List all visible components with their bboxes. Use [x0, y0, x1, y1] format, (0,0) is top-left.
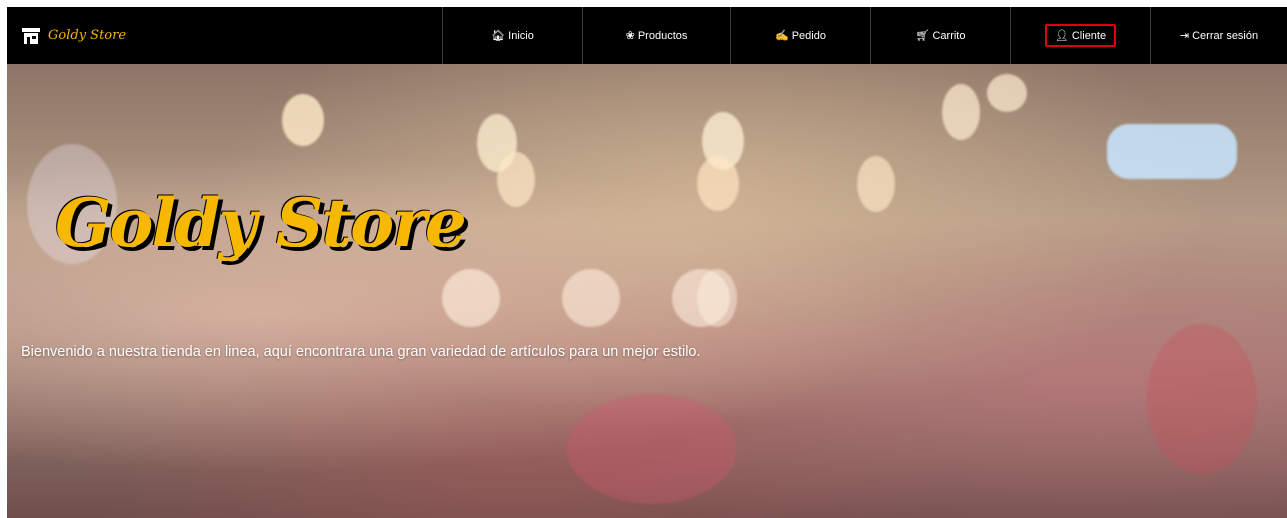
nav-item-inicio[interactable]: 🏠︎ Inicio: [442, 7, 582, 64]
bokeh-light: [1107, 124, 1237, 179]
brand-name: Goldy Store: [48, 28, 127, 43]
nav-label-inicio: Inicio: [508, 29, 534, 42]
cart-icon: 🛒︎: [915, 30, 930, 42]
nav-item-cerrar-sesion[interactable]: ⇥ Cerrar sesión: [1150, 7, 1287, 64]
hero-title: Goldy Store: [55, 184, 467, 262]
nav-item-pedido[interactable]: ✍ Pedido: [730, 7, 870, 64]
bokeh-light: [562, 269, 620, 327]
order-icon: ✍: [775, 30, 789, 42]
bokeh-light: [857, 156, 895, 212]
bokeh-light: [1147, 324, 1257, 474]
hero-banner: Goldy Store Bienvenido a nuestra tienda …: [7, 64, 1287, 518]
bokeh-light: [697, 156, 739, 211]
hero-welcome-text: Bienvenido a nuestra tienda en linea, aq…: [21, 344, 701, 360]
nav-item-cliente[interactable]: 👤︎ Cliente: [1010, 7, 1150, 64]
bokeh-light: [497, 152, 535, 207]
brand[interactable]: Goldy Store: [7, 7, 442, 64]
nav-item-productos[interactable]: ❀ Productos: [582, 7, 730, 64]
logout-icon: ⇥: [1179, 30, 1190, 42]
bokeh-light: [442, 269, 500, 327]
user-icon: 👤︎: [1054, 30, 1069, 42]
products-icon: ❀: [625, 30, 635, 42]
nav-label-carrito: Carrito: [932, 29, 966, 42]
nav-label-productos: Productos: [637, 29, 688, 42]
bokeh-light: [567, 394, 737, 504]
top-navbar: Goldy Store 🏠︎ Inicio ❀ Productos ✍ Pedi…: [7, 7, 1287, 64]
bokeh-light: [697, 269, 737, 327]
main-nav: 🏠︎ Inicio ❀ Productos ✍ Pedido 🛒︎ Carrit…: [442, 7, 1287, 64]
page-frame: Goldy Store 🏠︎ Inicio ❀ Productos ✍ Pedi…: [7, 7, 1287, 518]
nav-item-carrito[interactable]: 🛒︎ Carrito: [870, 7, 1010, 64]
nav-label-cerrar-sesion: Cerrar sesión: [1192, 29, 1259, 42]
highlight-box: 👤︎ Cliente: [1044, 24, 1117, 47]
bokeh-light: [942, 84, 980, 140]
bokeh-light: [987, 74, 1027, 112]
bokeh-light: [282, 94, 324, 146]
store-icon: [22, 27, 40, 44]
home-icon: 🏠︎: [491, 30, 506, 42]
nav-label-pedido: Pedido: [791, 29, 826, 42]
nav-label-cliente: Cliente: [1071, 29, 1107, 42]
